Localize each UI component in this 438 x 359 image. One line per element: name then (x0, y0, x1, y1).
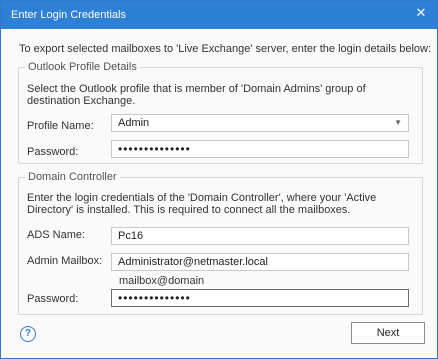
login-credentials-dialog: Enter Login Credentials ✕ To export sele… (0, 0, 438, 359)
ads-name-field[interactable]: Pc16 (111, 227, 409, 245)
outlook-password-field[interactable]: •••••••••••••• (111, 140, 409, 158)
domain-controller-description: Enter the login credentials of the 'Doma… (27, 192, 377, 216)
window-title: Enter Login Credentials (11, 9, 126, 21)
close-icon[interactable]: ✕ (413, 5, 429, 21)
profile-name-label: Profile Name: (27, 120, 94, 132)
next-button[interactable]: Next (351, 322, 425, 344)
chevron-down-icon[interactable]: ▼ (394, 118, 402, 127)
domain-password-label: Password: (27, 293, 79, 305)
help-icon[interactable]: ? (20, 326, 36, 342)
outlook-password-label: Password: (27, 146, 79, 158)
admin-mailbox-field[interactable]: Administrator@netmaster.local (111, 253, 409, 271)
profile-name-select[interactable]: Admin ▼ (111, 114, 409, 132)
mailbox-format-hint: mailbox@domain (119, 275, 205, 287)
domain-password-field[interactable]: •••••••••••••• (111, 289, 409, 307)
profile-name-value: Admin (118, 117, 150, 129)
domain-controller-legend: Domain Controller (28, 171, 117, 183)
intro-text: To export selected mailboxes to 'Live Ex… (19, 43, 432, 55)
outlook-profile-legend: Outlook Profile Details (28, 61, 137, 73)
admin-mailbox-label: Admin Mailbox: (27, 255, 103, 267)
outlook-profile-description: Select the Outlook profile that is membe… (27, 83, 366, 107)
title-bar: Enter Login Credentials ✕ (1, 1, 437, 29)
ads-name-label: ADS Name: (27, 229, 86, 241)
